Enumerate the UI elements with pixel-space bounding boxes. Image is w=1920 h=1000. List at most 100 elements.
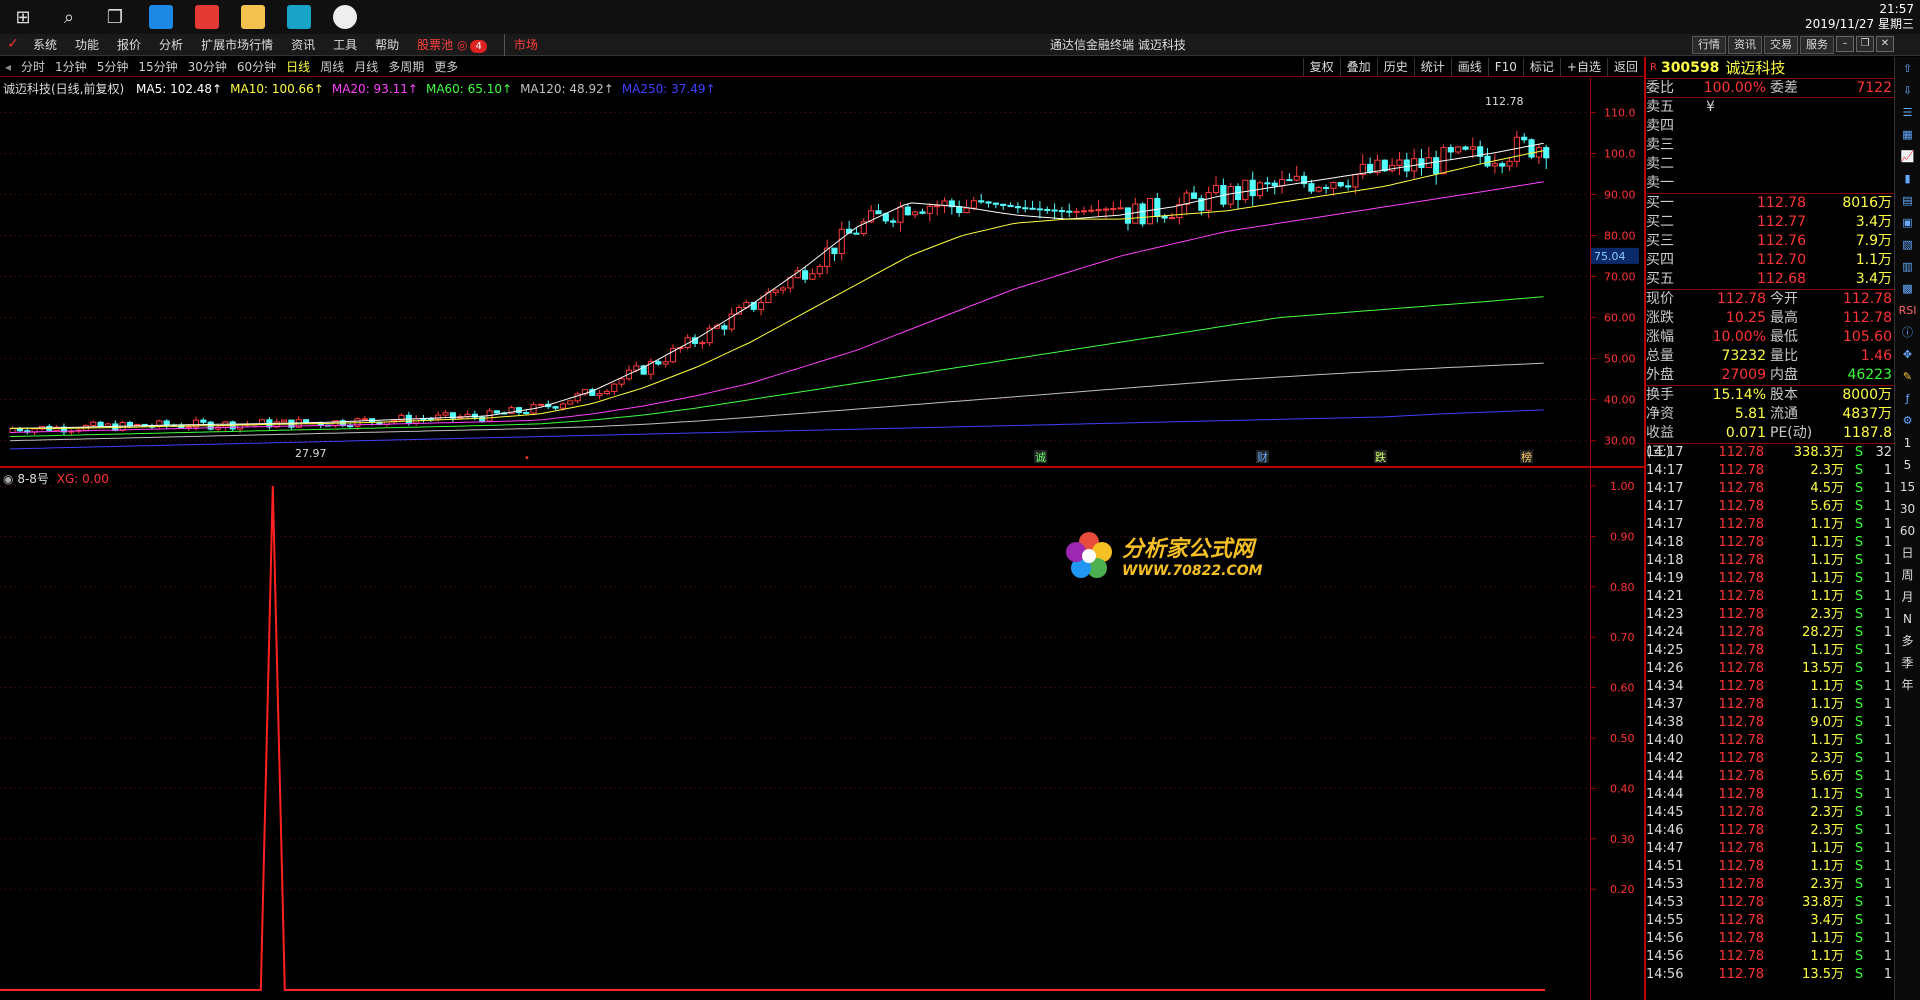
menu-help[interactable]: 帮助 bbox=[366, 34, 408, 56]
period-shortcut[interactable]: 季 bbox=[1897, 653, 1919, 673]
sell-level-row[interactable]: 卖二 bbox=[1646, 155, 1894, 174]
taskbar-app-1-icon[interactable] bbox=[138, 0, 184, 34]
arrow-down-icon[interactable]: ⇩ bbox=[1897, 81, 1919, 101]
period-shortcut[interactable]: 周 bbox=[1897, 565, 1919, 585]
candle-icon[interactable]: ▮ bbox=[1897, 169, 1919, 189]
tool-history[interactable]: 历史 bbox=[1376, 58, 1414, 76]
indicator-chart[interactable]: 1.00 0.90 0.80 0.70 0.60 0.50 0.40 0.30 0.20 bbox=[0, 468, 1644, 1000]
tick-list[interactable]: 14:17 112.78 338.3万 S 32 14:17 112.78 2.3万 S 1 14:… bbox=[1646, 444, 1894, 984]
period-15min[interactable]: 15分钟 bbox=[133, 58, 182, 75]
indicator-toggle-icon[interactable]: ◉ bbox=[3, 472, 13, 486]
tool-mark[interactable]: 标记 bbox=[1522, 58, 1560, 76]
menu-stock-pool[interactable]: 股票池 ◎ 4 bbox=[408, 34, 496, 56]
taskbar-app-2-icon[interactable] bbox=[184, 0, 230, 34]
period-60min[interactable]: 60分钟 bbox=[232, 58, 281, 75]
chart-settings-icon[interactable]: ⚙ bbox=[1897, 411, 1919, 431]
sell-level-row[interactable]: 卖一 bbox=[1646, 174, 1894, 193]
menu-function[interactable]: 功能 bbox=[66, 34, 108, 56]
quote-value: 46223 bbox=[1847, 367, 1892, 383]
period-shortcut[interactable]: 1 bbox=[1897, 433, 1919, 453]
tool-restore-rights[interactable]: 复权 bbox=[1302, 58, 1340, 76]
news-button[interactable]: 资讯 bbox=[1728, 36, 1762, 54]
period-shortcut[interactable]: 年 bbox=[1897, 675, 1919, 695]
period-5min[interactable]: 5分钟 bbox=[92, 58, 134, 75]
menu-system[interactable]: 系统 bbox=[24, 34, 66, 56]
event-marker-label: 榜 bbox=[1521, 450, 1532, 464]
tool-overlay[interactable]: 叠加 bbox=[1339, 58, 1377, 76]
sell-level-row[interactable]: 卖五 ¥ bbox=[1646, 98, 1894, 117]
period-shortcut[interactable]: 60 bbox=[1897, 521, 1919, 541]
tool-add-watchlist[interactable]: +自选 bbox=[1559, 58, 1607, 76]
period-shortcut[interactable]: 日 bbox=[1897, 543, 1919, 563]
tool-statistics[interactable]: 统计 bbox=[1413, 58, 1451, 76]
menu-news[interactable]: 资讯 bbox=[282, 34, 324, 56]
move-icon[interactable]: ✥ bbox=[1897, 345, 1919, 365]
period-1min[interactable]: 1分钟 bbox=[50, 58, 92, 75]
buy-level-row[interactable]: 买一 112.78 8016万 bbox=[1646, 194, 1894, 213]
tick-price: 112.78 bbox=[1718, 769, 1765, 784]
info-icon[interactable]: ⓘ bbox=[1897, 323, 1919, 343]
chevron-left-icon[interactable]: ◂ bbox=[0, 60, 16, 74]
task-view-icon[interactable]: ❐ bbox=[92, 0, 138, 34]
period-shortcut[interactable]: 15 bbox=[1897, 477, 1919, 497]
buy-level-row[interactable]: 买三 112.76 7.9万 bbox=[1646, 232, 1894, 251]
file-explorer-icon[interactable] bbox=[230, 0, 276, 34]
info-row: 净资 5.81 流通 4837万 bbox=[1646, 405, 1894, 424]
buy-level-row[interactable]: 买二 112.77 3.4万 bbox=[1646, 213, 1894, 232]
period-daily[interactable]: 日线 bbox=[281, 58, 315, 75]
system-clock[interactable]: 21:57 2019/11/27 星期三 bbox=[1805, 2, 1914, 32]
stock-name[interactable]: 诚迈科技 bbox=[1725, 57, 1785, 78]
sell-level-row[interactable]: 卖三 bbox=[1646, 136, 1894, 155]
fund-icon[interactable]: ▧ bbox=[1897, 235, 1919, 255]
table-icon[interactable]: ▤ bbox=[1897, 191, 1919, 211]
taskbar-app-4-icon[interactable] bbox=[276, 0, 322, 34]
menu-market[interactable]: 市场 bbox=[503, 33, 547, 56]
close-icon[interactable]: ✕ bbox=[1876, 36, 1894, 52]
rsi-icon[interactable]: RSI bbox=[1897, 301, 1919, 321]
sell-level-row[interactable]: 卖四 bbox=[1646, 117, 1894, 136]
period-shortcut[interactable]: 月 bbox=[1897, 587, 1919, 607]
grid-icon[interactable]: ▦ bbox=[1897, 125, 1919, 145]
search-icon[interactable]: ⌕ bbox=[46, 0, 92, 34]
period-monthly[interactable]: 月线 bbox=[349, 58, 383, 75]
period-more[interactable]: 更多 bbox=[429, 58, 463, 75]
formula-icon[interactable]: ƒ bbox=[1897, 389, 1919, 409]
report-icon[interactable]: ▥ bbox=[1897, 257, 1919, 277]
list-icon[interactable]: ☰ bbox=[1897, 103, 1919, 123]
tool-f10[interactable]: F10 bbox=[1487, 58, 1523, 76]
app-logo-icon[interactable]: ✓ bbox=[2, 36, 24, 54]
tool-draw-line[interactable]: 画线 bbox=[1450, 58, 1488, 76]
line-chart-icon[interactable]: 📈 bbox=[1897, 147, 1919, 167]
period-shortcut[interactable]: 30 bbox=[1897, 499, 1919, 519]
service-button[interactable]: 服务 bbox=[1800, 36, 1834, 54]
minimize-icon[interactable]: – bbox=[1836, 36, 1854, 52]
quotes-button[interactable]: 行情 bbox=[1692, 36, 1726, 54]
arrow-up-icon[interactable]: ⇧ bbox=[1897, 59, 1919, 79]
buy-level-row[interactable]: 买五 112.68 3.4万 bbox=[1646, 270, 1894, 289]
period-intraday[interactable]: 分时 bbox=[16, 58, 50, 75]
period-shortcut[interactable]: 5 bbox=[1897, 455, 1919, 475]
menu-analysis[interactable]: 分析 bbox=[150, 34, 192, 56]
period-shortcut[interactable]: N bbox=[1897, 609, 1919, 629]
tile-icon[interactable]: ▩ bbox=[1897, 279, 1919, 299]
trade-button[interactable]: 交易 bbox=[1764, 36, 1798, 54]
menu-quote[interactable]: 报价 bbox=[108, 34, 150, 56]
period-shortcut[interactable]: 多 bbox=[1897, 631, 1919, 651]
period-30min[interactable]: 30分钟 bbox=[183, 58, 232, 75]
sell-level-label: 卖五 bbox=[1646, 99, 1674, 115]
taskbar-app-5-icon[interactable] bbox=[322, 0, 368, 34]
menu-tools[interactable]: 工具 bbox=[324, 34, 366, 56]
menu-extended-market[interactable]: 扩展市场行情 bbox=[192, 34, 282, 56]
restore-icon[interactable]: ❐ bbox=[1856, 36, 1874, 52]
windows-start-icon[interactable]: ⊞ bbox=[0, 0, 46, 34]
candlestick-chart[interactable]: 110.0 100.0 90.00 80.00 70.00 60.00 50.00 40.00… bbox=[0, 78, 1644, 468]
doc-icon[interactable]: ▣ bbox=[1897, 213, 1919, 233]
stock-code[interactable]: 300598 bbox=[1661, 60, 1719, 76]
tick-price: 112.78 bbox=[1718, 859, 1765, 874]
period-multi[interactable]: 多周期 bbox=[383, 58, 429, 75]
period-weekly[interactable]: 周线 bbox=[315, 58, 349, 75]
buy-level-row[interactable]: 买四 112.70 1.1万 bbox=[1646, 251, 1894, 270]
tick-count: 1 bbox=[1883, 967, 1892, 982]
pencil-icon[interactable]: ✎ bbox=[1897, 367, 1919, 387]
tool-back[interactable]: 返回 bbox=[1606, 58, 1644, 76]
